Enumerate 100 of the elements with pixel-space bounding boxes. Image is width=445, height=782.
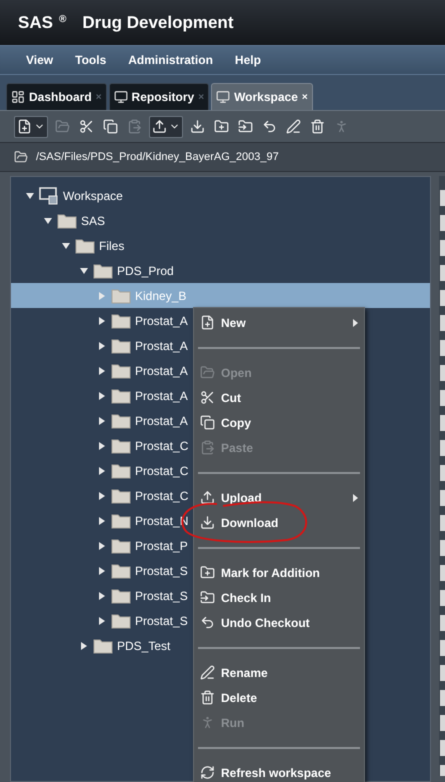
tree-row[interactable]: Prostat_C	[11, 483, 188, 508]
tab-label: Repository	[132, 89, 194, 106]
folder-icon	[111, 588, 131, 604]
menu-item[interactable]: Administration	[128, 51, 213, 69]
expanded-arrow-icon[interactable]	[43, 216, 53, 224]
context-menu-item[interactable]: Delete	[194, 685, 364, 710]
toolbar-button[interactable]	[14, 116, 48, 138]
tree-row[interactable]: Prostat_A	[11, 358, 188, 383]
menu-item[interactable]: Tools	[75, 51, 106, 69]
folder-icon	[14, 150, 28, 164]
context-menu-item[interactable]: Undo Checkout	[194, 610, 364, 635]
collapsed-arrow-icon[interactable]	[97, 466, 107, 474]
context-menu-item[interactable]: Cut	[194, 385, 364, 410]
registered-mark: ®	[58, 13, 66, 27]
collapsed-arrow-icon[interactable]	[97, 542, 107, 550]
tree-row[interactable]: Prostat_C	[11, 433, 188, 458]
monitor-icon	[39, 186, 59, 204]
collapsed-arrow-icon[interactable]	[97, 592, 107, 600]
context-menu-item[interactable]: Refresh workspace	[194, 760, 364, 782]
tree-row[interactable]: Prostat_S	[11, 608, 188, 633]
tree-row[interactable]: SAS	[11, 208, 106, 233]
tree-label: PDS_Prod	[117, 262, 174, 280]
tab-close[interactable]: ×	[302, 90, 308, 104]
folder-icon	[75, 238, 95, 254]
folder-icon	[111, 538, 131, 554]
folder-icon	[55, 119, 70, 134]
upload-icon	[152, 119, 167, 134]
path-text: /SAS/Files/PDS_Prod/Kidney_BayerAG_2003_97	[36, 150, 279, 165]
folder-icon	[111, 488, 131, 504]
tree-label: Prostat_P	[135, 538, 188, 554]
tab[interactable]: Dashboard ×	[6, 83, 107, 110]
collapsed-arrow-icon[interactable]	[97, 616, 107, 624]
tree-row[interactable]: Prostat_A	[11, 333, 188, 358]
folder-icon	[111, 388, 131, 404]
tree-label: Prostat_A	[135, 412, 188, 430]
context-menu-item[interactable]: Download	[194, 510, 364, 535]
collapsed-arrow-icon[interactable]	[79, 642, 89, 650]
tree-row[interactable]: Prostat_A	[11, 408, 188, 433]
scissors-icon	[200, 390, 215, 405]
folder-icon	[111, 338, 131, 354]
tree-row[interactable]: Prostat_C	[11, 458, 188, 483]
tree-label: PDS_Test	[117, 638, 170, 654]
copy-icon	[103, 119, 118, 134]
upload-icon	[200, 490, 215, 505]
folder-icon	[57, 212, 77, 228]
tab-label: Dashboard	[29, 89, 92, 106]
tree-row[interactable]: Prostat_S	[11, 583, 188, 608]
context-menu-item[interactable]: Check In	[194, 585, 364, 610]
menu-item[interactable]: Help	[234, 51, 261, 69]
tree-row[interactable]: Prostat_A	[11, 308, 188, 333]
scissors-icon	[79, 119, 94, 134]
undo-icon	[262, 119, 277, 134]
tree-row[interactable]: Files	[11, 233, 124, 258]
folder-arrow-icon	[238, 119, 253, 134]
folder-icon	[93, 638, 113, 654]
brand-name: SAS	[18, 12, 53, 34]
folder-plus-icon	[214, 119, 229, 134]
folder-icon	[111, 512, 131, 528]
folder-icon	[111, 462, 131, 478]
collapsed-arrow-icon[interactable]	[97, 566, 107, 574]
tree-row[interactable]: Prostat_P	[11, 533, 188, 558]
tree-row[interactable]: Prostat_A	[11, 383, 188, 408]
menu-item[interactable]: View	[26, 51, 54, 69]
dashboard-icon	[11, 90, 25, 104]
new-file-icon	[17, 119, 32, 134]
collapsed-arrow-icon[interactable]	[97, 492, 107, 500]
expanded-arrow-icon[interactable]	[61, 242, 71, 250]
context-menu-item[interactable]: Rename	[194, 660, 364, 685]
context-menu-item[interactable]: Mark for Addition	[194, 560, 364, 585]
tree-label: Files	[99, 238, 124, 254]
new-file-icon	[200, 315, 215, 330]
tree-row[interactable]: Prostat_S	[11, 558, 188, 583]
tab[interactable]: Repository ×	[108, 83, 210, 110]
tree-row[interactable]: Workspace	[11, 183, 123, 208]
refresh-icon	[200, 765, 215, 780]
folder-icon	[111, 438, 131, 454]
computer-icon	[114, 90, 128, 104]
copy-icon	[200, 415, 215, 430]
folder-icon	[111, 312, 131, 328]
toolbar-button[interactable]	[149, 116, 183, 138]
tree-row[interactable]: PDS_Prod	[11, 258, 174, 283]
collapsed-arrow-icon[interactable]	[97, 316, 107, 324]
context-menu-item[interactable]: Copy	[194, 410, 364, 435]
expanded-arrow-icon[interactable]	[25, 192, 35, 200]
tree-row[interactable]: PDS_Test	[11, 633, 170, 658]
collapsed-arrow-icon[interactable]	[97, 342, 107, 350]
collapsed-arrow-icon[interactable]	[97, 392, 107, 400]
collapsed-arrow-icon[interactable]	[97, 366, 107, 374]
submenu-arrow-icon	[353, 318, 358, 326]
expanded-arrow-icon[interactable]	[79, 266, 89, 274]
collapsed-arrow-icon[interactable]	[97, 416, 107, 424]
folder-icon	[111, 362, 131, 378]
tab[interactable]: Workspace ×	[211, 83, 313, 110]
context-menu-item[interactable]: Upload	[194, 485, 364, 510]
context-menu-item[interactable]: New	[194, 310, 364, 335]
folder-icon	[111, 612, 131, 628]
monitor-icon	[216, 90, 230, 104]
paste-icon	[200, 440, 215, 455]
collapsed-arrow-icon[interactable]	[97, 442, 107, 450]
collapsed-arrow-icon[interactable]	[97, 516, 107, 524]
